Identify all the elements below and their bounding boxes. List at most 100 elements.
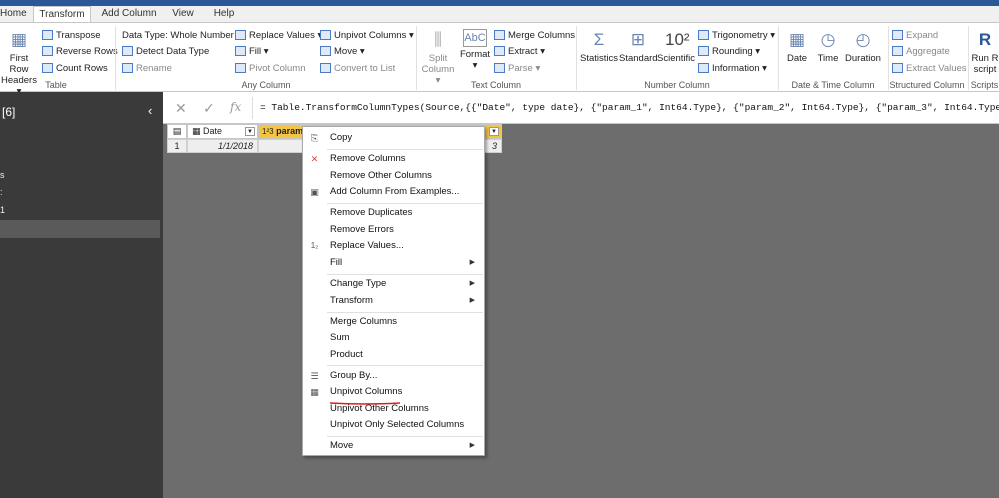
replace-values-icon (235, 30, 246, 40)
submenu-arrow-icon: ▶ (469, 259, 475, 266)
time-label: Time (817, 53, 839, 64)
split-label: Split (428, 53, 448, 64)
duration-button[interactable]: ◴ Duration (843, 29, 883, 64)
date-button[interactable]: ▦ Date (782, 29, 812, 64)
stopwatch-icon: ◴ (855, 30, 871, 49)
merge-columns-label: Merge Columns (508, 29, 576, 41)
filter-dropdown-icon[interactable]: ▼ (245, 127, 255, 136)
tab-home[interactable]: Home (0, 6, 27, 22)
first-row-label: First Row (9, 53, 29, 75)
table-menu-icon[interactable]: ▤ (167, 124, 187, 139)
menu-item-replace-values[interactable]: 1₂ Replace Values... (304, 238, 483, 254)
menu-item-fill[interactable]: Fill ▶ (304, 255, 483, 271)
accept-icon[interactable]: ✓ (203, 100, 215, 117)
menu-item-unpivot-columns[interactable]: ▦ Unpivot Columns (304, 384, 483, 400)
menu-item-unpivot-only-selected[interactable]: Unpivot Only Selected Columns (304, 417, 483, 433)
reverse-rows-button[interactable]: Reverse Rows (42, 44, 118, 58)
extract-button[interactable]: Extract ▾ (494, 44, 545, 58)
queries-header: [6] ‹ (0, 100, 163, 126)
r-script-icon: R (978, 30, 992, 49)
group-label-scripts: Scripts (970, 80, 999, 90)
aggregate-button[interactable]: Aggregate (892, 44, 950, 58)
cancel-icon[interactable]: ✕ (175, 100, 187, 117)
detect-data-type-button[interactable]: Detect Data Type (122, 44, 209, 58)
menu-item-copy[interactable]: ⎘ Copy (304, 130, 483, 146)
tab-add-column[interactable]: Add Column (98, 6, 160, 22)
query-item[interactable]: s (0, 170, 5, 180)
scientific-button[interactable]: 10² Scientific (657, 29, 695, 64)
submenu-arrow-icon: ▶ (469, 442, 475, 449)
menu-item-label: Remove Columns (330, 153, 406, 164)
merge-columns-button[interactable]: Merge Columns (494, 28, 575, 42)
time-button[interactable]: ◷ Time (813, 29, 843, 64)
information-label: Information ▾ (712, 62, 767, 74)
query-item[interactable]: : (0, 187, 3, 197)
tab-transform[interactable]: Transform (33, 6, 91, 23)
trigonometry-label: Trigonometry ▾ (712, 29, 776, 41)
menu-item-group-by[interactable]: ☰ Group By... (304, 368, 483, 384)
convert-list-icon (320, 63, 331, 73)
menu-item-remove-columns[interactable]: ✕ Remove Columns (304, 151, 483, 167)
menu-item-label: Group By... (330, 370, 378, 381)
pivot-column-button[interactable]: Pivot Column (235, 61, 306, 75)
menu-item-add-column-from-examples[interactable]: ▣ Add Column From Examples... (304, 184, 483, 200)
merge-icon (494, 30, 505, 40)
rounding-button[interactable]: Rounding ▾ (698, 44, 760, 58)
unpivot-icon: ▦ (310, 387, 319, 397)
rename-button[interactable]: Rename (122, 61, 172, 75)
group-label-text-column: Text Column (470, 80, 522, 90)
menu-item-label: Product (330, 349, 363, 360)
menu-item-label: Merge Columns (330, 316, 398, 327)
menu-item-remove-other-columns[interactable]: Remove Other Columns (304, 168, 483, 184)
collapse-chevron-icon[interactable]: ‹ (148, 103, 152, 118)
extract-values-button[interactable]: Extract Values (892, 61, 967, 75)
menu-item-sum[interactable]: Sum (304, 330, 483, 346)
script-label: script (973, 64, 997, 75)
pivot-icon (235, 63, 246, 73)
count-rows-button[interactable]: Count Rows (42, 61, 108, 75)
menu-item-merge-columns[interactable]: Merge Columns (304, 314, 483, 330)
menu-item-product[interactable]: Product (304, 347, 483, 363)
trigonometry-button[interactable]: Trigonometry ▾ (698, 28, 775, 42)
menu-item-label: Remove Duplicates (330, 207, 413, 218)
pivot-column-label: Pivot Column (249, 62, 306, 74)
parse-button[interactable]: Parse ▾ (494, 61, 540, 75)
split-column-button[interactable]: ⫼ Split Column ▾ (420, 29, 456, 86)
convert-to-list-label: Convert to List (334, 62, 396, 74)
format-button[interactable]: AbC Format ▾ (458, 29, 492, 71)
unpivot-columns-button[interactable]: Unpivot Columns ▾ (320, 28, 414, 42)
menu-item-unpivot-other-columns[interactable]: Unpivot Other Columns (304, 401, 483, 417)
add-column-examples-icon: ▣ (310, 187, 319, 197)
scientific-label: Scientific (657, 53, 696, 64)
tab-help[interactable]: Help (208, 6, 240, 22)
data-type-dropdown[interactable]: Data Type: Whole Number ▾ (122, 28, 241, 42)
replace-values-button[interactable]: Replace Values ▾ (235, 28, 322, 42)
menu-separator (327, 312, 483, 313)
tab-view[interactable]: View (166, 6, 200, 22)
fx-icon[interactable]: fx (230, 100, 241, 114)
run-r-script-button[interactable]: R Run R script (971, 29, 999, 75)
table-cell[interactable]: 1/1/2018 (187, 139, 258, 153)
extract-label: Extract ▾ (508, 45, 545, 57)
filter-dropdown-icon[interactable]: ▼ (489, 127, 499, 136)
transpose-button[interactable]: Transpose (42, 28, 101, 42)
move-button[interactable]: Move ▾ (320, 44, 365, 58)
expand-button[interactable]: Expand (892, 28, 938, 42)
menu-item-move[interactable]: Move ▶ (304, 438, 483, 454)
formula-input[interactable]: = Table.TransformColumnTypes(Source,{{"D… (260, 102, 999, 113)
convert-to-list-button[interactable]: Convert to List (320, 61, 395, 75)
menu-item-remove-duplicates[interactable]: Remove Duplicates (304, 205, 483, 221)
standard-button[interactable]: ⊞ Standard (619, 29, 658, 64)
menu-item-remove-errors[interactable]: Remove Errors (304, 222, 483, 238)
column-header-date[interactable]: ▦ Date ▼ (187, 124, 258, 139)
fill-button[interactable]: Fill ▾ (235, 44, 269, 58)
group-divider (778, 26, 779, 90)
query-item-selected[interactable] (0, 220, 160, 238)
query-item[interactable]: 1 (0, 205, 5, 215)
information-button[interactable]: Information ▾ (698, 61, 767, 75)
aggregate-icon (892, 46, 903, 56)
statistics-button[interactable]: Σ Statistics (580, 29, 618, 64)
menu-item-transform[interactable]: Transform ▶ (304, 293, 483, 309)
extract-values-label: Extract Values (906, 62, 967, 74)
menu-item-change-type[interactable]: Change Type ▶ (304, 276, 483, 292)
